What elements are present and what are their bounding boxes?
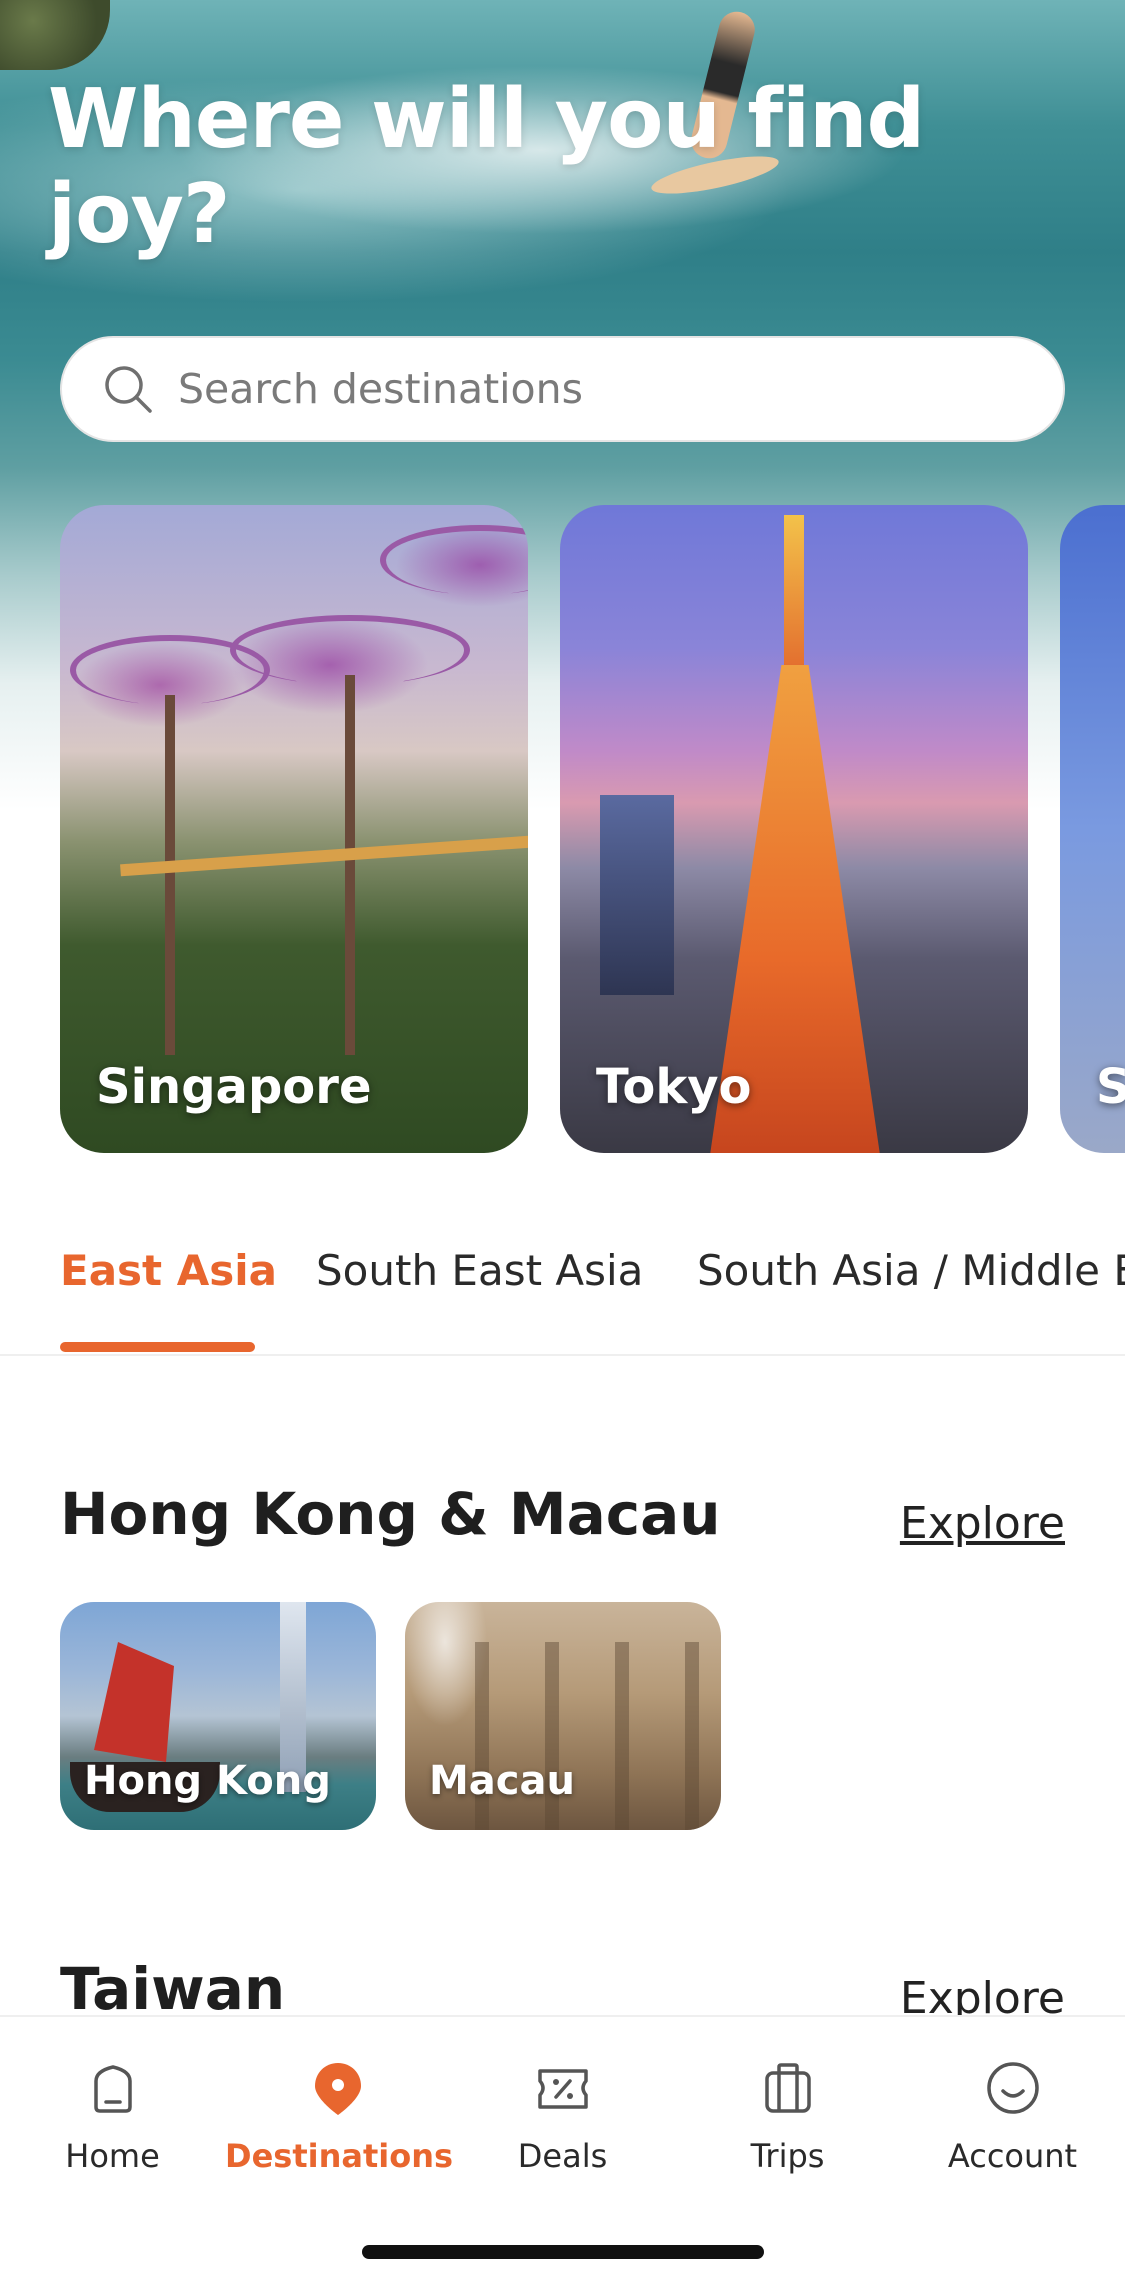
city-card-label: Singapore (96, 1059, 372, 1115)
destination-card-macau[interactable]: Macau (405, 1602, 721, 1830)
section-title: Hong Kong & Macau (60, 1480, 721, 1548)
rock-image (0, 0, 110, 70)
nav-label: Home (65, 2137, 160, 2175)
destination-card-label: Hong Kong (84, 1758, 331, 1804)
hero-title: Where will you find joy? (48, 72, 925, 262)
tab-south-east-asia[interactable]: South East Asia (316, 1246, 643, 1295)
nav-label: Account (947, 2137, 1078, 2175)
section-title: Taiwan (60, 1955, 286, 2023)
supertree-canopy (380, 525, 528, 595)
search-input[interactable]: Search destinations (178, 365, 583, 413)
search-icon (105, 366, 152, 413)
nav-item-deals[interactable]: Deals (450, 2057, 675, 2175)
skyway (120, 835, 528, 877)
smiley-icon (986, 2062, 1039, 2114)
skyscraper (600, 795, 674, 995)
destination-card-hong-kong[interactable]: Hong Kong (60, 1602, 376, 1830)
city-card-singapore[interactable]: Singapore (60, 505, 528, 1153)
facade-column (615, 1642, 629, 1830)
nav-item-account[interactable]: Account (900, 2057, 1125, 2175)
region-tabs: East Asia South East Asia South Asia / M… (0, 1210, 1125, 1356)
suitcase-icon (764, 2063, 811, 2113)
nav-label: Trips (750, 2137, 825, 2175)
active-tab-indicator (60, 1342, 255, 1352)
explore-link[interactable]: Explore (900, 1498, 1065, 1549)
nav-item-home[interactable]: Home (0, 2057, 225, 2175)
nav-label: Deals (517, 2137, 608, 2175)
home-icon (93, 2065, 132, 2113)
featured-city-carousel[interactable]: Singapore Tokyo S (60, 505, 1125, 1153)
nav-label: Destinations (225, 2137, 454, 2175)
bottom-navigation: Home Destinations Deals Trips Account (0, 2015, 1125, 2284)
search-bar[interactable]: Search destinations (60, 336, 1065, 442)
facade-column (685, 1642, 699, 1830)
supertree-trunk (345, 675, 355, 1055)
city-card-partial[interactable]: S (1060, 505, 1125, 1153)
destination-card-label: Macau (429, 1758, 575, 1804)
tab-east-asia[interactable]: East Asia (60, 1246, 277, 1295)
city-card-label: S (1096, 1059, 1125, 1115)
tab-south-asia-middle-east[interactable]: South Asia / Middle E (697, 1246, 1125, 1295)
city-card-tokyo[interactable]: Tokyo (560, 505, 1028, 1153)
city-card-label: Tokyo (596, 1059, 752, 1115)
nav-item-destinations[interactable]: Destinations (225, 2057, 454, 2175)
junk-boat-sail (94, 1642, 174, 1762)
supertree-trunk (165, 695, 175, 1055)
location-pin-icon (314, 2063, 361, 2115)
home-indicator[interactable] (362, 2245, 764, 2259)
nav-item-trips[interactable]: Trips (675, 2057, 900, 2175)
discount-ticket-icon (537, 2069, 588, 2109)
